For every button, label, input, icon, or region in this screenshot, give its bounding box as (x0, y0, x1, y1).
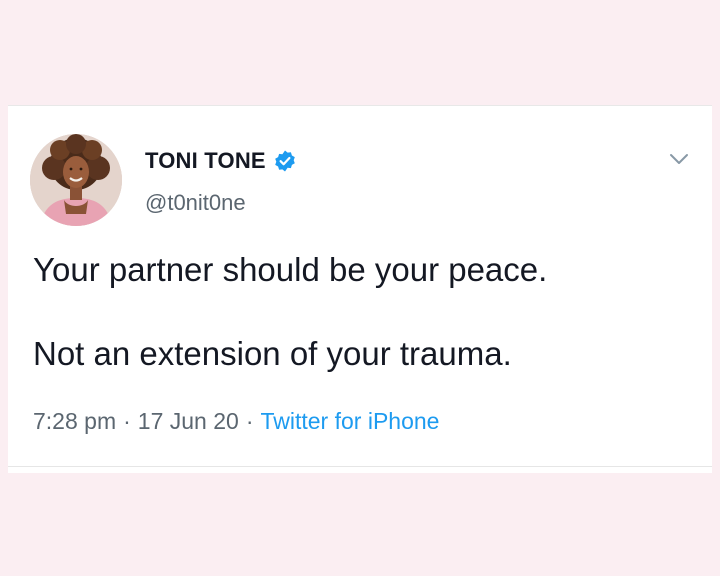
avatar[interactable] (30, 134, 122, 226)
verified-badge-icon (273, 149, 297, 173)
tweet-date[interactable]: 17 Jun 20 (138, 408, 239, 434)
tweet-meta: 7:28 pm · 17 Jun 20 · Twitter for iPhone (33, 408, 439, 435)
tweet-text-line: Your partner should be your peace. (33, 251, 548, 288)
avatar-image (30, 134, 122, 226)
tweet-text-line: Not an extension of your trauma. (33, 335, 512, 372)
card-bottom-divider (8, 466, 712, 467)
author-name-row[interactable]: TONI TONE (145, 146, 297, 176)
tweet-card: TONI TONE @t0nit0ne Your partner should … (8, 105, 712, 473)
meta-separator: · (245, 408, 254, 434)
card-top-divider (8, 105, 712, 106)
tweet-text: Your partner should be your peace. Not a… (33, 251, 693, 373)
author-handle[interactable]: @t0nit0ne (145, 190, 246, 216)
chevron-down-icon[interactable] (666, 150, 692, 168)
author-display-name[interactable]: TONI TONE (145, 148, 266, 174)
meta-separator: · (123, 408, 131, 434)
tweet-time[interactable]: 7:28 pm (33, 408, 116, 434)
tweet-source-link[interactable]: Twitter for iPhone (260, 408, 439, 434)
